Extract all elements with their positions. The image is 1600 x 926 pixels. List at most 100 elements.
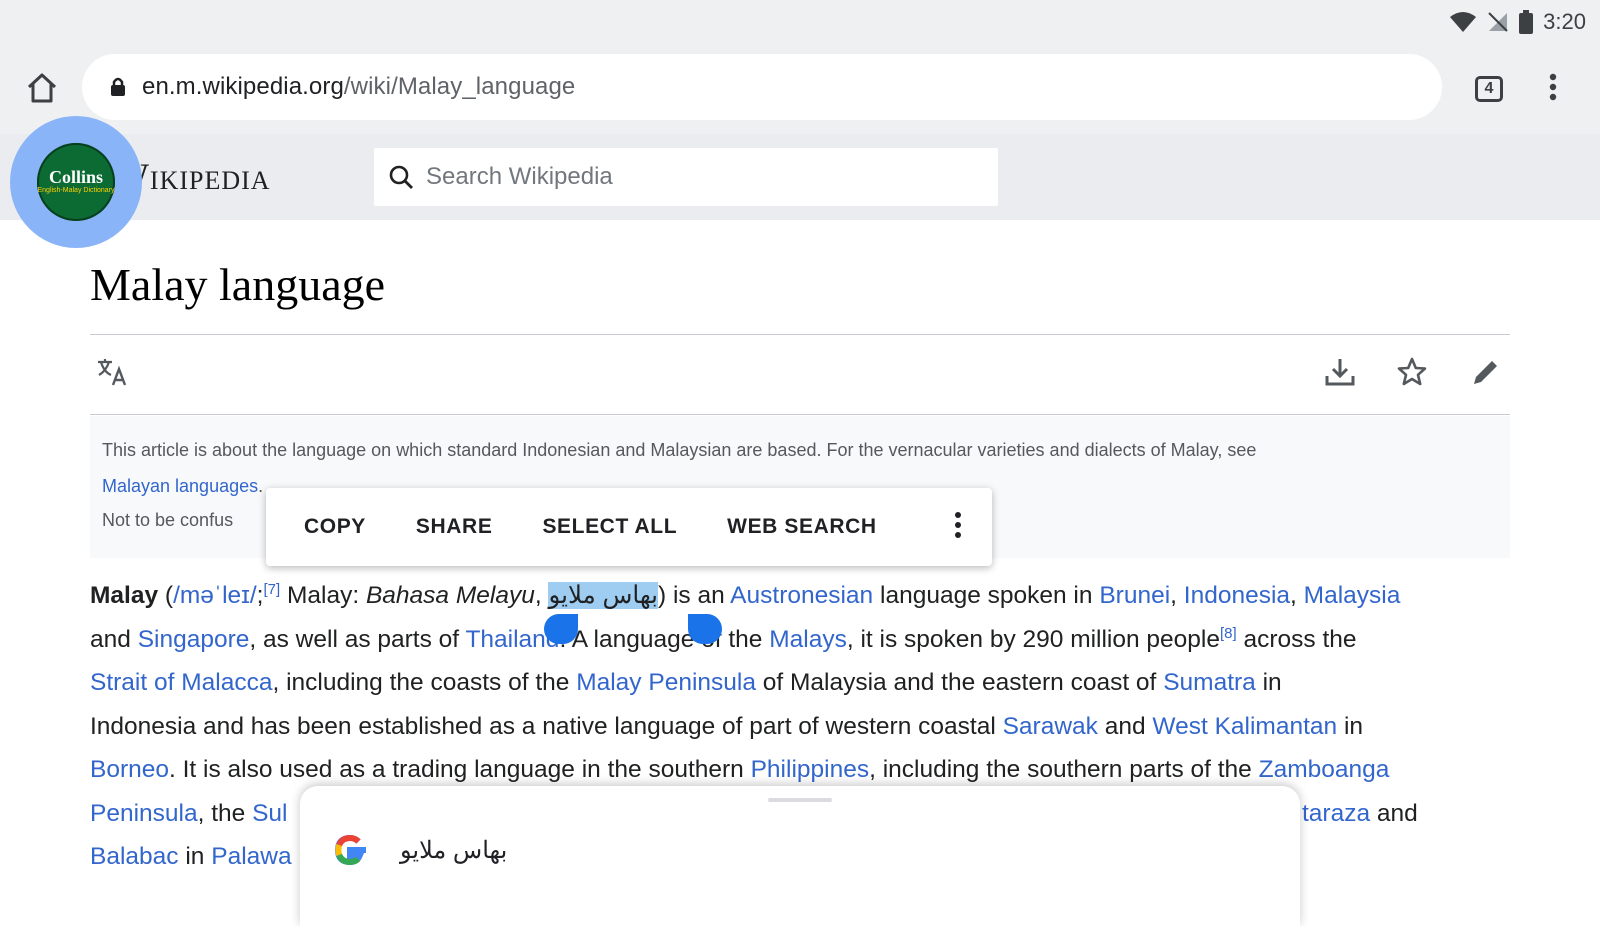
text-run: in xyxy=(178,843,212,870)
no-signal-icon xyxy=(1487,11,1509,33)
text-run: , it is spoken by 290 million people xyxy=(846,625,1221,653)
collins-logo: Collins English-Malay Dictionary xyxy=(37,143,115,221)
link-malays[interactable]: Malays xyxy=(769,626,847,653)
share-button[interactable]: SHARE xyxy=(391,515,518,539)
status-bar: 3:20 xyxy=(0,0,1600,44)
paragraph-line-tail: taraza and xyxy=(1302,792,1418,836)
browser-toolbar: en.m.wikipedia.org/wiki/Malay_language 4 xyxy=(0,44,1600,134)
translate-icon xyxy=(96,359,130,394)
hatnote-not-confused: Not to be confus xyxy=(102,510,234,530)
link-philippines[interactable]: Philippines xyxy=(751,756,870,783)
search-query-text: بهاس ملايو xyxy=(400,837,508,864)
link-austronesian[interactable]: Austronesian xyxy=(730,582,873,609)
browser-menu-button[interactable] xyxy=(1538,68,1568,110)
text-run: , the xyxy=(197,799,253,827)
link-peninsula[interactable]: Peninsula xyxy=(90,800,198,827)
page-actions xyxy=(90,352,1510,402)
text-run: and xyxy=(1370,799,1418,827)
text-run: of Malaysia and the eastern coast of xyxy=(755,669,1164,696)
text-run: and xyxy=(1097,712,1153,740)
hatnote-period: . xyxy=(258,476,264,496)
hatnote-link-malayan-languages[interactable]: Malayan languages xyxy=(102,476,258,496)
title-divider xyxy=(90,334,1510,335)
pencil-icon xyxy=(1470,361,1502,392)
wiki-header: Wikipedia xyxy=(0,134,1600,220)
selection-handle-end[interactable] xyxy=(688,614,722,644)
select-all-button[interactable]: SELECT ALL xyxy=(517,515,702,539)
address-bar[interactable]: en.m.wikipedia.org/wiki/Malay_language xyxy=(82,54,1442,120)
dictionary-floating-bubble[interactable]: Collins English-Malay Dictionary xyxy=(10,116,142,248)
paragraph-line: Malay (/məˈleɪ/;[7] Malay: Bahasa Melayu… xyxy=(90,574,1530,618)
text-run: , xyxy=(1170,582,1184,609)
more-vert-icon xyxy=(954,511,962,544)
text-run: Malay: xyxy=(280,582,366,609)
text-run: language spoken in xyxy=(873,582,1100,609)
url-host: en.m.wikipedia.org xyxy=(142,73,344,100)
native-name: Bahasa Melayu xyxy=(365,582,535,609)
url-path: /wiki/Malay_language xyxy=(343,73,576,100)
link-singapore[interactable]: Singapore xyxy=(138,626,250,653)
lock-icon xyxy=(110,77,126,97)
text-run: ) is an xyxy=(657,582,731,609)
text-run: Indonesia and has been established as a … xyxy=(90,712,1003,740)
wiki-search-box[interactable] xyxy=(374,148,998,206)
text-run: and xyxy=(90,625,138,653)
link-balabac[interactable]: Balabac xyxy=(90,843,179,870)
home-button[interactable] xyxy=(20,68,64,112)
clock-time: 3:20 xyxy=(1543,9,1586,34)
collins-logo-name: Collins xyxy=(48,167,104,187)
link-brunei[interactable]: Brunei xyxy=(1099,582,1170,609)
link-palawan[interactable]: Palawa xyxy=(211,843,291,870)
reference-8[interactable]: [8] xyxy=(1220,624,1237,641)
paragraph-line: Strait of Malacca, including the coasts … xyxy=(90,661,1530,705)
download-button[interactable] xyxy=(1324,356,1356,393)
collins-logo-subtitle: English-Malay Dictionary xyxy=(37,187,115,194)
link-zamboanga[interactable]: Zamboanga xyxy=(1259,756,1390,783)
reference-7[interactable]: [7] xyxy=(263,581,280,598)
text-selection-menu: COPY SHARE SELECT ALL WEB SEARCH xyxy=(266,488,992,566)
watch-star-button[interactable] xyxy=(1396,356,1428,393)
link-malay-peninsula[interactable]: Malay Peninsula xyxy=(576,669,756,696)
language-button[interactable] xyxy=(96,356,130,395)
sheet-drag-handle[interactable] xyxy=(768,798,832,802)
search-bottom-sheet[interactable]: بهاس ملايو xyxy=(300,786,1300,926)
text-run: , xyxy=(1290,582,1304,609)
link-sumatra[interactable]: Sumatra xyxy=(1163,669,1256,696)
tab-count: 4 xyxy=(1475,76,1503,102)
text-run: across the xyxy=(1236,625,1357,653)
link-sulu[interactable]: Sul xyxy=(252,800,287,827)
tab-switcher-button[interactable]: 4 xyxy=(1468,68,1510,110)
link-sarawak[interactable]: Sarawak xyxy=(1003,713,1098,740)
paragraph-line: Borneo. It is also used as a trading lan… xyxy=(90,748,1530,792)
paragraph-line: and Singapore, as well as parts of Thail… xyxy=(90,618,1530,662)
context-menu-more-button[interactable] xyxy=(954,511,962,544)
text-run: , including the coasts of the xyxy=(272,669,577,696)
url-text[interactable]: en.m.wikipedia.org/wiki/Malay_language xyxy=(142,73,575,101)
link-strait-of-malacca[interactable]: Strait of Malacca xyxy=(90,669,272,696)
link-ipa[interactable]: /məˈleɪ/ xyxy=(173,582,257,609)
selected-text[interactable]: بهاس ملايو xyxy=(548,582,658,609)
home-icon xyxy=(25,72,59,109)
text-run: in xyxy=(1337,712,1364,740)
link-malaysia[interactable]: Malaysia xyxy=(1304,582,1401,609)
link-indonesia[interactable]: Indonesia xyxy=(1184,582,1290,609)
status-icons: 3:20 xyxy=(1449,8,1586,36)
link-taraza[interactable]: taraza xyxy=(1302,800,1370,827)
text-run: . It is also used as a trading language … xyxy=(169,756,751,783)
copy-button[interactable]: COPY xyxy=(266,515,391,539)
web-search-button[interactable]: WEB SEARCH xyxy=(702,515,902,539)
link-west-kalimantan[interactable]: West Kalimantan xyxy=(1152,713,1337,740)
text-run: , including the southern parts of the xyxy=(869,756,1259,783)
selection-handle-start[interactable] xyxy=(544,614,578,644)
battery-icon xyxy=(1519,10,1534,34)
wifi-icon xyxy=(1449,11,1477,33)
link-borneo[interactable]: Borneo xyxy=(90,756,169,783)
paragraph-line: Indonesia and has been established as a … xyxy=(90,705,1530,749)
text-run: in xyxy=(1255,669,1282,696)
page-title: Malay language xyxy=(90,259,386,310)
text-run: , xyxy=(534,582,549,609)
more-vert-icon xyxy=(1549,73,1557,106)
hatnote-text: This article is about the language on wh… xyxy=(102,440,1257,460)
wiki-search-input[interactable] xyxy=(424,162,988,192)
edit-button[interactable] xyxy=(1470,356,1502,393)
